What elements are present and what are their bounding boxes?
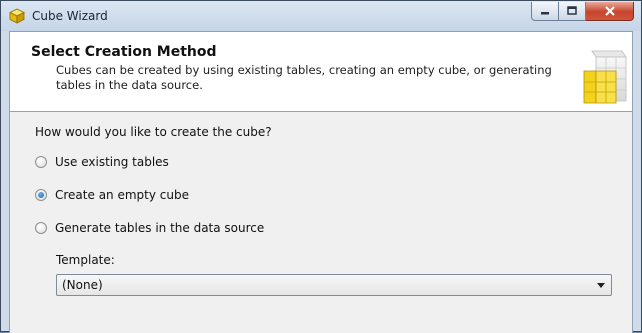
option-label[interactable]: Create an empty cube [55, 188, 189, 202]
wizard-body: Select Creation Method Cubes can be crea… [9, 31, 633, 333]
option-use-existing-tables[interactable]: Use existing tables [35, 155, 169, 169]
cube-graphic [583, 50, 627, 104]
close-button[interactable] [586, 2, 634, 21]
option-label[interactable]: Use existing tables [55, 155, 169, 169]
window-title: Cube Wizard [32, 9, 108, 23]
wizard-header: Select Creation Method Cubes can be crea… [10, 32, 632, 112]
radio-use-existing-tables[interactable] [35, 156, 47, 168]
maximize-button[interactable] [559, 2, 586, 21]
title-bar[interactable]: Cube Wizard [1, 1, 641, 31]
cube-wizard-window: Cube Wizard Select Creation Method Cubes… [0, 0, 642, 333]
page-title: Select Creation Method [31, 44, 217, 60]
template-value: (None) [62, 278, 103, 292]
option-create-empty-cube[interactable]: Create an empty cube [35, 188, 189, 202]
radio-create-empty-cube[interactable] [35, 189, 47, 201]
maximize-icon [567, 6, 577, 15]
template-label: Template: [56, 253, 115, 267]
option-label[interactable]: Generate tables in the data source [55, 221, 264, 235]
cube-icon [9, 8, 25, 24]
chevron-down-icon [597, 283, 605, 288]
option-generate-tables[interactable]: Generate tables in the data source [35, 221, 264, 235]
template-dropdown[interactable]: (None) [56, 274, 612, 296]
creation-question: How would you like to create the cube? [35, 125, 272, 139]
page-description: Cubes can be created by using existing t… [56, 63, 552, 92]
radio-generate-tables[interactable] [35, 222, 47, 234]
minimize-button[interactable] [531, 2, 559, 21]
close-icon [604, 6, 615, 16]
minimize-icon [541, 12, 549, 15]
